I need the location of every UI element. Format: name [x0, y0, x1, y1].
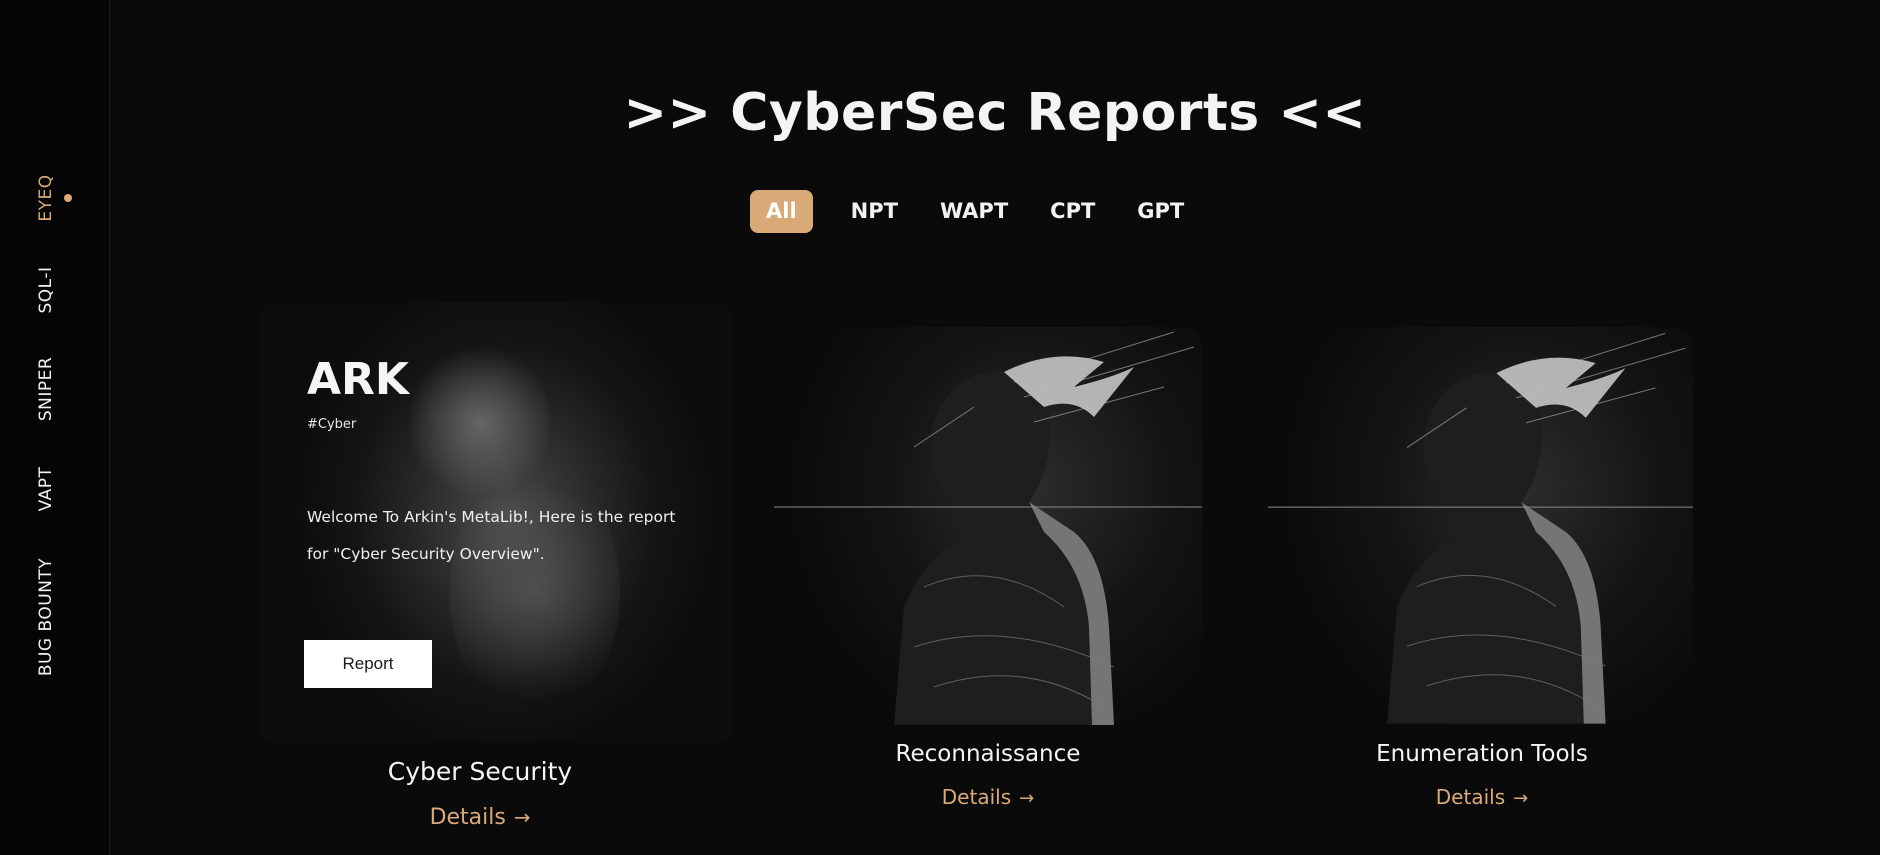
details-link[interactable]: Details → [260, 805, 700, 830]
details-label: Details [429, 805, 506, 830]
report-card-image[interactable] [774, 327, 1202, 725]
card-name: Cyber Security [387, 757, 573, 786]
silhouette-figure-image [774, 331, 1202, 725]
sidebar-item-sniper[interactable]: SNIPER [36, 357, 56, 421]
filter-tab-cpt[interactable]: CPT [1034, 190, 1111, 233]
filter-tabs: All NPT WAPT CPT GPT [750, 190, 1200, 233]
silhouette-figure-image [1268, 332, 1693, 724]
active-dot-icon [64, 194, 72, 202]
featured-report-card[interactable]: ARK #Cyber Welcome To Arkin's MetaLib!, … [260, 302, 732, 742]
filter-tab-npt[interactable]: NPT [835, 190, 914, 233]
filter-tab-all[interactable]: All [750, 190, 813, 233]
sidebar: EYEQ SQL-I SNIPER VAPT BUG BOUNTY [0, 0, 110, 855]
filter-tab-wapt[interactable]: WAPT [924, 190, 1024, 233]
arrow-right-icon: → [513, 806, 531, 829]
card-tag: #Cyber [307, 417, 357, 432]
details-label: Details [941, 785, 1012, 809]
details-link[interactable]: Details → [1268, 785, 1696, 809]
arrow-right-icon: → [1019, 788, 1035, 809]
details-label: Details [1435, 785, 1506, 809]
sidebar-item-bug-bounty[interactable]: BUG BOUNTY [36, 558, 56, 676]
card-name: Reconnaissance [895, 741, 1081, 767]
details-link[interactable]: Details → [774, 785, 1202, 809]
arrow-right-icon: → [1513, 788, 1529, 809]
report-card-image[interactable] [1268, 327, 1693, 725]
sidebar-item-sql-i[interactable]: SQL-I [36, 267, 56, 314]
card-name: Enumeration Tools [1376, 741, 1588, 767]
card-title: ARK [307, 354, 410, 405]
sidebar-item-vapt[interactable]: VAPT [36, 467, 56, 512]
filter-tab-gpt[interactable]: GPT [1121, 190, 1200, 233]
report-button[interactable]: Report [304, 640, 432, 688]
page-title: >> CyberSec Reports << [623, 83, 1367, 143]
sidebar-item-eyeq[interactable]: EYEQ [36, 174, 56, 221]
card-description: Welcome To Arkin's MetaLib!, Here is the… [307, 508, 676, 563]
